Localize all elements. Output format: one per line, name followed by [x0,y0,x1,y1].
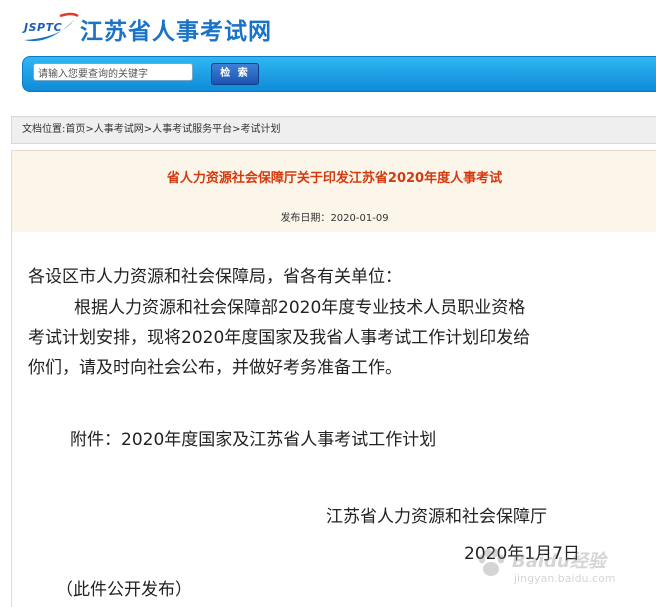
body-line: 你们，请及时向社会公布，并做好考务准备工作。 [28,358,402,378]
publish-date: 发布日期：2020-01-09 [12,209,656,224]
article-header: 省人力资源社会保障厅关于印发江苏省2020年度人事考试 发布日期：2020-01… [11,150,656,234]
body-line: 根据人力资源和社会保障部2020年度专业技术人员职业资格 [74,298,526,318]
signature-org: 江苏省人力资源和社会保障厅 [326,507,547,527]
article-title: 省人力资源社会保障厅关于印发江苏省2020年度人事考试 [166,171,503,186]
breadcrumb-prefix: 文档位置: [22,124,66,135]
breadcrumb-separator: > [143,124,153,135]
watermark-url: jingyan.baidu.com [514,572,616,585]
site-header: JSPTC 江苏省人事考试网 [0,0,656,52]
breadcrumb-item-home[interactable]: 首页 [65,124,85,135]
breadcrumb: 文档位置:首页>人事考试网>人事考试服务平台>考试计划 [11,116,656,144]
breadcrumb-separator: > [232,124,241,135]
publish-date-value: 2020-01-09 [330,213,389,224]
search-bar: 检 索 [22,56,656,92]
search-input[interactable] [33,63,193,81]
publish-date-label: 发布日期： [280,213,331,224]
body-line: 考试计划安排，现将2020年度国家及我省人事考试工作计划印发给 [28,328,531,348]
breadcrumb-item-exam-plan[interactable]: 考试计划 [241,124,281,135]
salutation: 各设区市人力资源和社会保障局，省各有关单位： [28,267,402,287]
watermark-text: Baidu经验 [512,551,606,572]
breadcrumb-item-exam-site[interactable]: 人事考试网 [94,124,144,135]
search-button[interactable]: 检 索 [211,63,259,85]
logo-text: JSPTC [24,21,63,34]
breadcrumb-separator: > [85,124,94,135]
baidu-watermark: Baidu经验 jingyan.baidu.com [474,545,624,593]
attachment-text: 附件：2020年度国家及江苏省人事考试工作计划 [70,430,437,450]
breadcrumb-item-service-platform[interactable]: 人事考试服务平台 [152,124,232,135]
site-logo[interactable]: JSPTC 江苏省人事考试网 [20,10,320,45]
public-note: （此件公开发布） [56,580,192,600]
site-name: 江苏省人事考试网 [80,19,272,45]
paw-icon [478,548,505,576]
